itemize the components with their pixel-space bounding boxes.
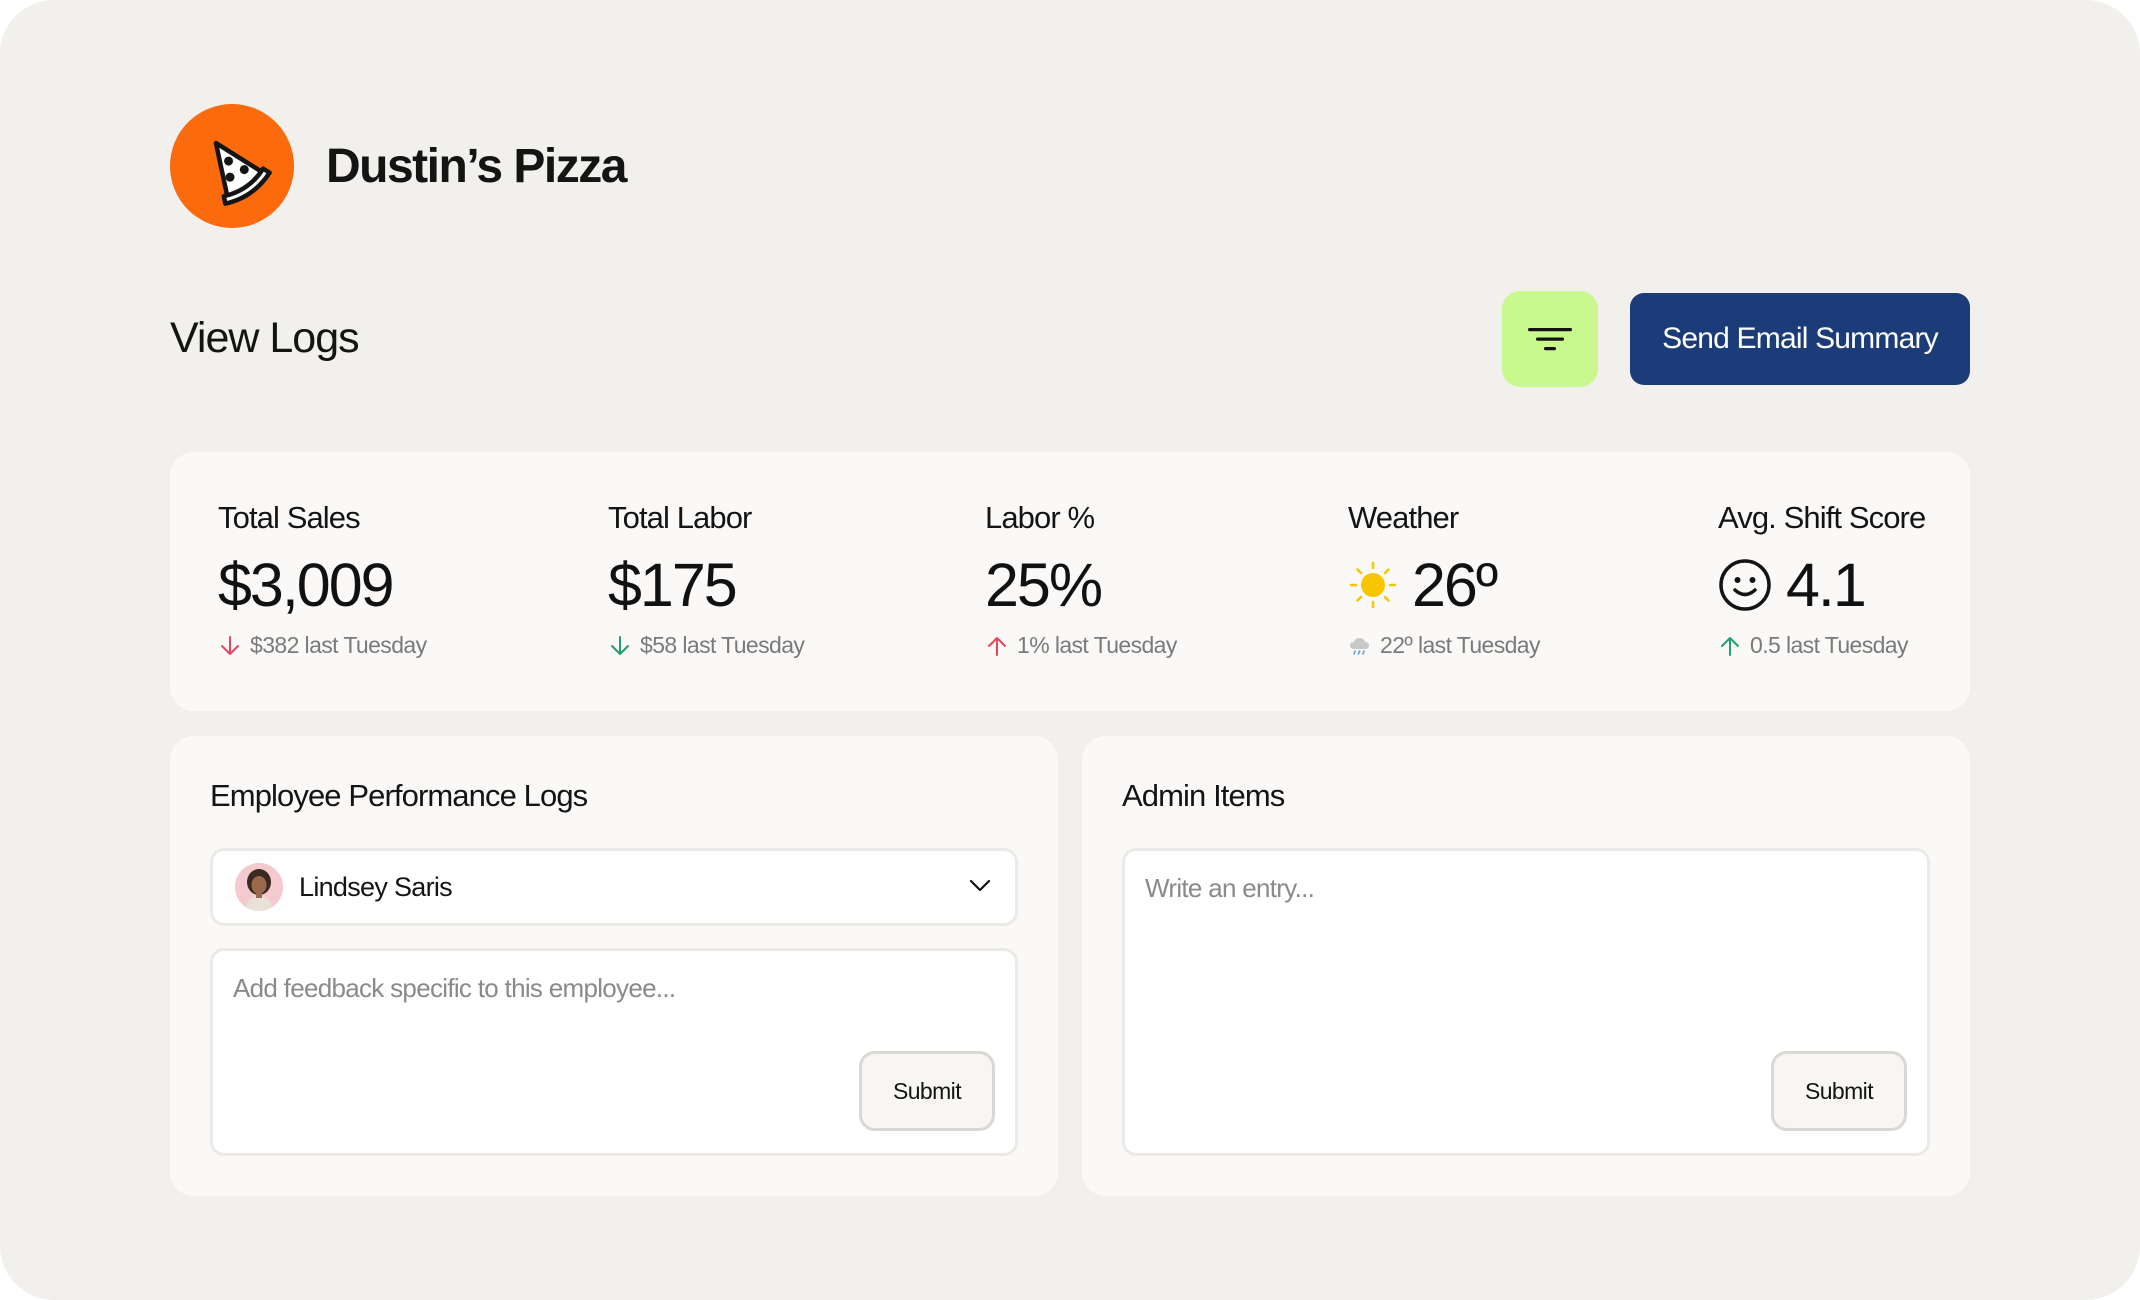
stat-label: Labor % bbox=[985, 500, 1095, 535]
brand-name: Dustin’s Pizza bbox=[326, 139, 627, 193]
stat-label: Weather bbox=[1348, 500, 1459, 535]
send-email-summary-button[interactable]: Send Email Summary bbox=[1630, 293, 1970, 385]
admin-submit-button[interactable]: Submit bbox=[1771, 1051, 1907, 1131]
filter-button[interactable] bbox=[1502, 291, 1598, 387]
stats-card: Total Sales $3,009 $382 last Tuesday Tot… bbox=[170, 452, 1970, 711]
card-title: Admin Items bbox=[1122, 778, 1285, 813]
pizza-slice-icon bbox=[170, 104, 294, 228]
app-frame: Dustin’s Pizza View Logs Send Email Summ… bbox=[0, 0, 2140, 1300]
arrow-down-icon bbox=[218, 634, 242, 658]
smiley-icon bbox=[1718, 558, 1772, 612]
card-title: Employee Performance Logs bbox=[210, 778, 588, 813]
stat-label: Total Sales bbox=[218, 500, 361, 535]
arrow-up-icon bbox=[1718, 634, 1742, 658]
page-title: View Logs bbox=[170, 314, 360, 362]
stat-weather: Weather 26º 22º last Tuesday bbox=[1348, 500, 1541, 659]
stat-change: 0.5 last Tuesday bbox=[1750, 632, 1909, 658]
stat-change: 22º last Tuesday bbox=[1380, 632, 1541, 658]
admin-entry-field-wrapper: Submit bbox=[1122, 848, 1930, 1156]
stat-value: $175 bbox=[608, 551, 738, 619]
employee-select[interactable]: Lindsey Saris bbox=[210, 848, 1018, 926]
stat-total-sales: Total Sales $3,009 $382 last Tuesday bbox=[218, 500, 427, 659]
employee-submit-button[interactable]: Submit bbox=[859, 1051, 995, 1131]
stat-value: 4.1 bbox=[1786, 551, 1867, 619]
stat-value: 25% bbox=[985, 551, 1103, 619]
stat-avg-shift-score: Avg. Shift Score 4.1 0.5 last Tuesday bbox=[1718, 500, 1926, 659]
arrow-down-icon bbox=[608, 634, 632, 658]
sun-icon bbox=[1348, 560, 1398, 610]
rain-cloud-icon bbox=[1348, 634, 1372, 658]
feedback-field-wrapper: Submit bbox=[210, 948, 1018, 1156]
stat-change: $58 last Tuesday bbox=[640, 632, 805, 658]
stat-labor-percent: Labor % 25% 1% last Tuesday bbox=[985, 500, 1177, 659]
arrow-up-icon bbox=[985, 634, 1009, 658]
stat-change: $382 last Tuesday bbox=[250, 632, 427, 658]
admin-items-card: Admin Items Submit bbox=[1082, 736, 1970, 1196]
stat-total-labor: Total Labor $175 $58 last Tuesday bbox=[608, 500, 805, 659]
brand-header: Dustin’s Pizza bbox=[170, 104, 627, 228]
stat-label: Avg. Shift Score bbox=[1718, 500, 1926, 535]
stat-label: Total Labor bbox=[608, 500, 752, 535]
filter-icon bbox=[1528, 328, 1572, 351]
stat-change: 1% last Tuesday bbox=[1017, 632, 1177, 658]
selected-employee: Lindsey Saris bbox=[299, 871, 453, 902]
avatar bbox=[235, 863, 283, 911]
stat-value: 26º bbox=[1412, 551, 1498, 619]
employee-performance-logs-card: Employee Performance Logs Lindsey Saris … bbox=[170, 736, 1058, 1196]
chevron-down-icon bbox=[967, 872, 993, 903]
stat-value: $3,009 bbox=[218, 551, 395, 619]
